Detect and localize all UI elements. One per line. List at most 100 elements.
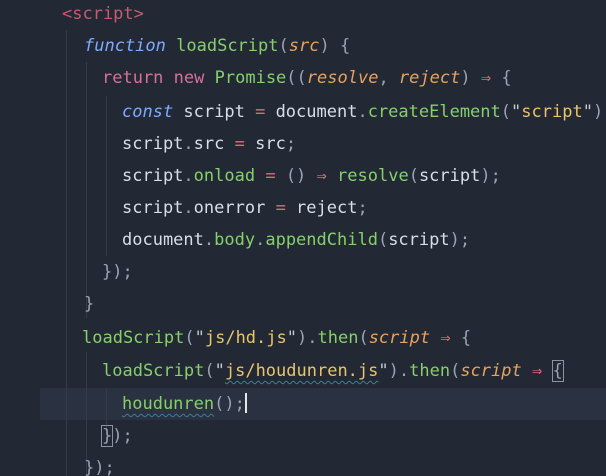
code-token: .: [183, 134, 194, 154]
code-token: script: [122, 134, 184, 154]
code-token: js/hd.js: [204, 328, 287, 348]
code-line[interactable]: script.onload = () ⇒ resolve(script);: [122, 160, 501, 192]
code-token: ;: [285, 134, 297, 154]
code-token: script: [418, 166, 481, 186]
code-token: ⇒: [440, 328, 451, 348]
code-token: then: [317, 328, 359, 348]
code-token: Promise: [214, 68, 287, 88]
code-token: ) {: [319, 36, 351, 56]
code-line[interactable]: script.src = src;: [122, 128, 296, 160]
code-token: onload: [193, 166, 256, 186]
code-token: (: [278, 36, 289, 56]
code-token: (: [358, 328, 369, 348]
code-token: (): [285, 166, 317, 186]
code-token: then: [409, 361, 451, 381]
code-token: document: [265, 102, 358, 122]
code-token: script: [388, 230, 450, 250]
code-token: script: [521, 102, 583, 122]
code-token: script: [122, 198, 184, 218]
code-token: );: [480, 166, 501, 186]
code-token: loadScript: [82, 328, 185, 348]
code-token: script: [460, 361, 522, 381]
code-token: (: [184, 328, 195, 348]
code-token: script: [368, 328, 431, 348]
code-editor[interactable]: <script> function loadScript(src) {return…: [0, 0, 606, 476]
code-line[interactable]: });: [84, 452, 115, 476]
code-token: resolve: [306, 68, 379, 88]
code-token: (: [408, 166, 419, 186]
code-token: src: [193, 134, 225, 154]
code-token: );: [112, 426, 133, 446]
code-token: =: [255, 166, 286, 186]
code-token: .: [183, 166, 194, 186]
code-line[interactable]: loadScript("js/hd.js").then(script ⇒ {: [82, 322, 471, 354]
code-token: houdunren: [122, 394, 215, 414]
code-token: ⇒: [532, 361, 543, 381]
code-token: =: [224, 134, 256, 154]
code-token: .: [203, 230, 215, 250]
code-token: ": [511, 102, 522, 122]
code-line[interactable]: loadScript("js/houdunren.js").then(scrip…: [102, 355, 564, 387]
code-token: (: [500, 102, 512, 122]
code-token: return: [102, 68, 164, 88]
code-line[interactable]: houdunren();: [122, 388, 247, 420]
code-token: =: [255, 102, 266, 122]
code-token: (: [204, 361, 215, 381]
code-token: ((: [286, 68, 307, 88]
code-token: ).: [388, 361, 410, 381]
code-token: );: [449, 230, 471, 250]
code-token: });: [102, 262, 133, 282]
code-token: src: [288, 36, 320, 56]
code-token: =: [265, 198, 297, 218]
code-token: ": [378, 361, 389, 381]
code-token: (: [377, 230, 389, 250]
code-token: new: [173, 68, 205, 88]
code-token: createElement: [367, 102, 501, 122]
code-token: (: [450, 361, 461, 381]
code-token: document: [122, 230, 204, 250]
code-token: ⇒: [316, 166, 327, 186]
code-token: reject: [296, 198, 358, 218]
code-token: ): [460, 68, 481, 88]
code-token: .: [183, 198, 194, 218]
code-token: .: [255, 230, 266, 250]
code-token: loadScript: [102, 361, 205, 381]
code-line[interactable]: });: [102, 256, 133, 288]
code-token: ": [214, 361, 225, 381]
code-token: ⇒: [480, 68, 492, 88]
code-token: script: [173, 102, 256, 122]
code-line[interactable]: return new Promise((resolve, reject) ⇒ {: [102, 62, 512, 94]
code-token: script: [122, 166, 184, 186]
code-token: appendChild: [265, 230, 378, 250]
code-token: <script>: [62, 4, 144, 24]
code-token: });: [84, 458, 115, 476]
code-line[interactable]: }: [84, 288, 94, 320]
code-token: loadScript: [176, 36, 279, 56]
code-token: }: [100, 425, 114, 447]
code-token: reject: [398, 68, 461, 88]
code-token: {: [450, 328, 472, 348]
code-line[interactable]: document.body.appendChild(script);: [122, 224, 470, 256]
code-token: ;: [357, 198, 368, 218]
code-line[interactable]: script.onerror = reject;: [122, 192, 368, 224]
code-line[interactable]: });: [100, 420, 133, 452]
code-token: ();: [214, 394, 245, 414]
code-token: onerror: [193, 198, 266, 218]
code-token: {: [491, 68, 512, 88]
code-line[interactable]: const script = document.createElement("s…: [122, 96, 606, 128]
code-token: {: [551, 360, 564, 382]
code-token: ,: [378, 68, 399, 88]
code-line[interactable]: function loadScript(src) {: [84, 30, 350, 62]
code-line[interactable]: <script>: [62, 0, 144, 30]
code-token: ).: [297, 328, 318, 348]
code-token: }: [84, 294, 95, 314]
code-token: const: [122, 102, 174, 122]
code-token: function: [84, 36, 166, 56]
